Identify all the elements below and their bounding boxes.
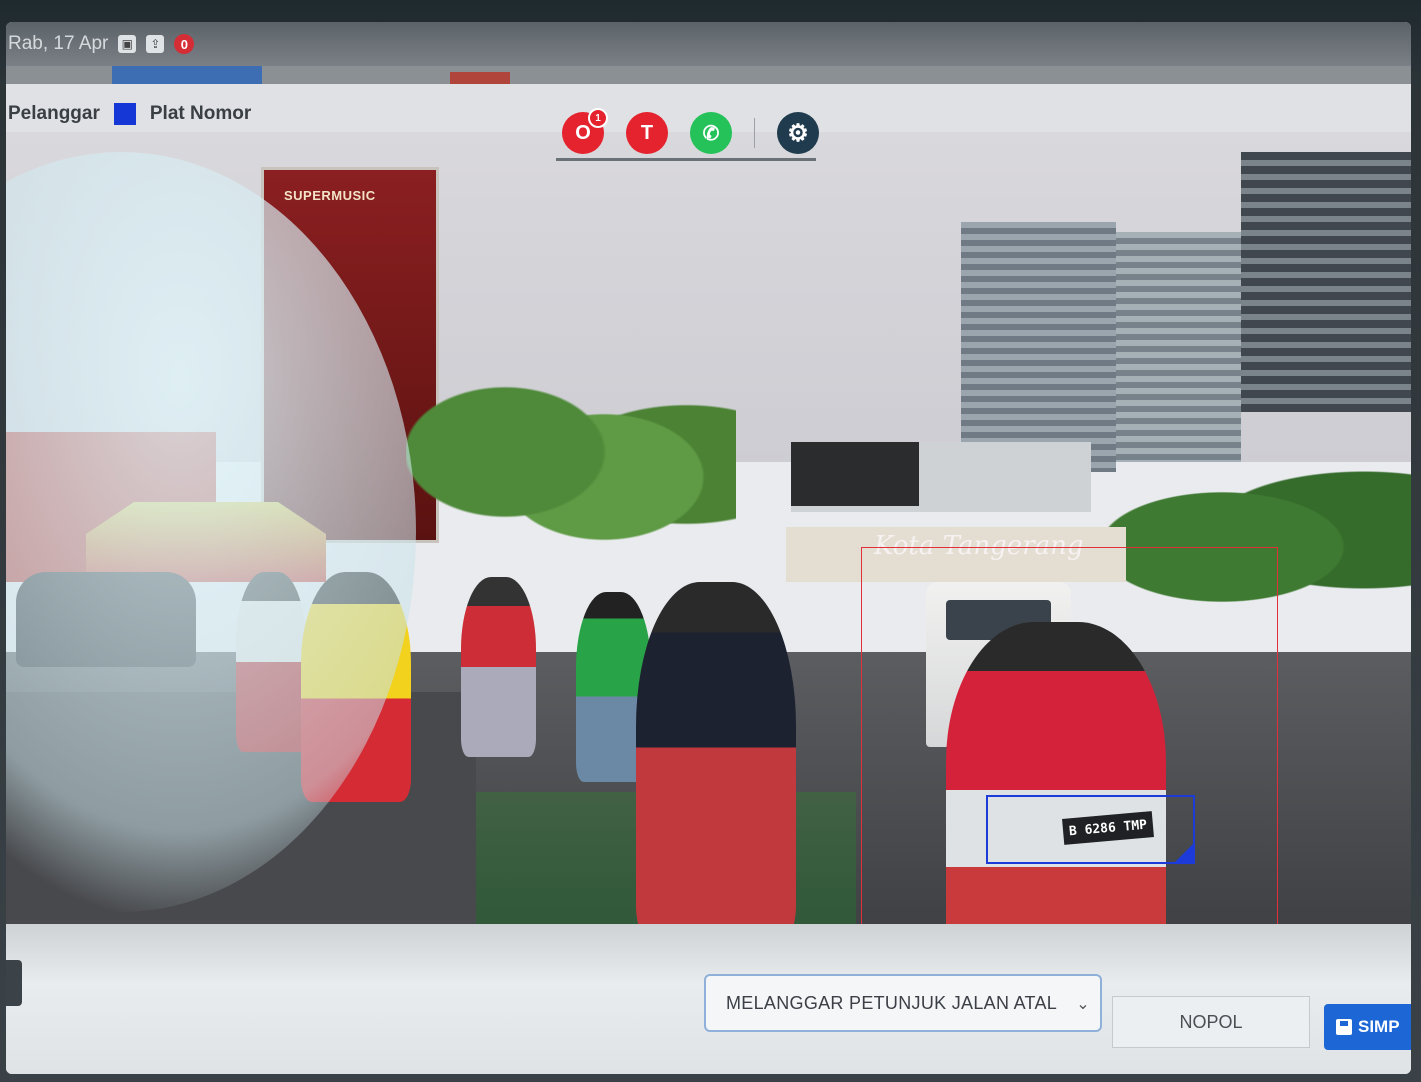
transit-icon[interactable]: T	[626, 112, 668, 154]
building	[961, 222, 1116, 472]
building	[1116, 232, 1241, 462]
plate-number-placeholder: NOPOL	[1179, 1011, 1243, 1032]
trees	[406, 352, 736, 602]
led-screen	[791, 442, 919, 506]
side-toggle[interactable]	[6, 960, 22, 1006]
billboard-brand: SUPERMUSIC	[284, 188, 376, 203]
violator-bounding-box[interactable]	[861, 547, 1278, 924]
chevron-down-icon: ⌄	[1076, 996, 1090, 1013]
save-icon	[1336, 1019, 1352, 1035]
legend-plate-label: Plat Nomor	[149, 103, 252, 124]
dock-separator	[754, 118, 755, 148]
app-screen: Rab, 17 Apr ▣ ⇪ 0 Pelanggar Plat Nomor S…	[6, 22, 1411, 1074]
tab-strip	[6, 66, 1411, 84]
tab-active[interactable]	[112, 66, 262, 84]
legend-plate-swatch	[113, 103, 136, 125]
save-button[interactable]: SIMP	[1324, 1004, 1411, 1050]
motorcyclist	[461, 577, 536, 757]
taskbar-dock: O 1 T ✆ ⚙	[556, 108, 822, 158]
motorcyclist	[636, 582, 796, 924]
violation-type-value: MELANGGAR PETUNJUK JALAN ATAL	[726, 992, 1058, 1013]
tab-alert[interactable]	[450, 72, 510, 84]
status-date: Rab, 17 Apr	[8, 33, 109, 54]
overhead-gantry	[791, 442, 1091, 512]
camera-feed[interactable]: SUPERMUSIC Kota Tangerang B 6286 TMP	[6, 132, 1411, 924]
dock-badge: 1	[588, 108, 608, 128]
violation-type-select[interactable]: MELANGGAR PETUNJUK JALAN ATAL ⌄	[704, 974, 1102, 1032]
opera-icon[interactable]: O 1	[562, 108, 608, 154]
dock-indicator	[556, 158, 816, 161]
upload-icon[interactable]: ⇪	[146, 35, 165, 53]
action-panel: MELANGGAR PETUNJUK JALAN ATAL ⌄ NOPOL SI…	[6, 924, 1411, 1074]
notification-badge[interactable]: 0	[174, 34, 195, 54]
legend-violator-label: Pelanggar	[8, 103, 100, 124]
settings-icon[interactable]: ⚙	[777, 112, 819, 154]
building	[1241, 152, 1411, 412]
save-label: SIMP	[1358, 1017, 1400, 1036]
whatsapp-icon[interactable]: ✆	[690, 112, 732, 154]
plate-number-input[interactable]: NOPOL	[1112, 996, 1310, 1048]
camera-icon[interactable]: ▣	[118, 35, 137, 53]
status-bar: Rab, 17 Apr ▣ ⇪ 0	[6, 22, 1411, 66]
